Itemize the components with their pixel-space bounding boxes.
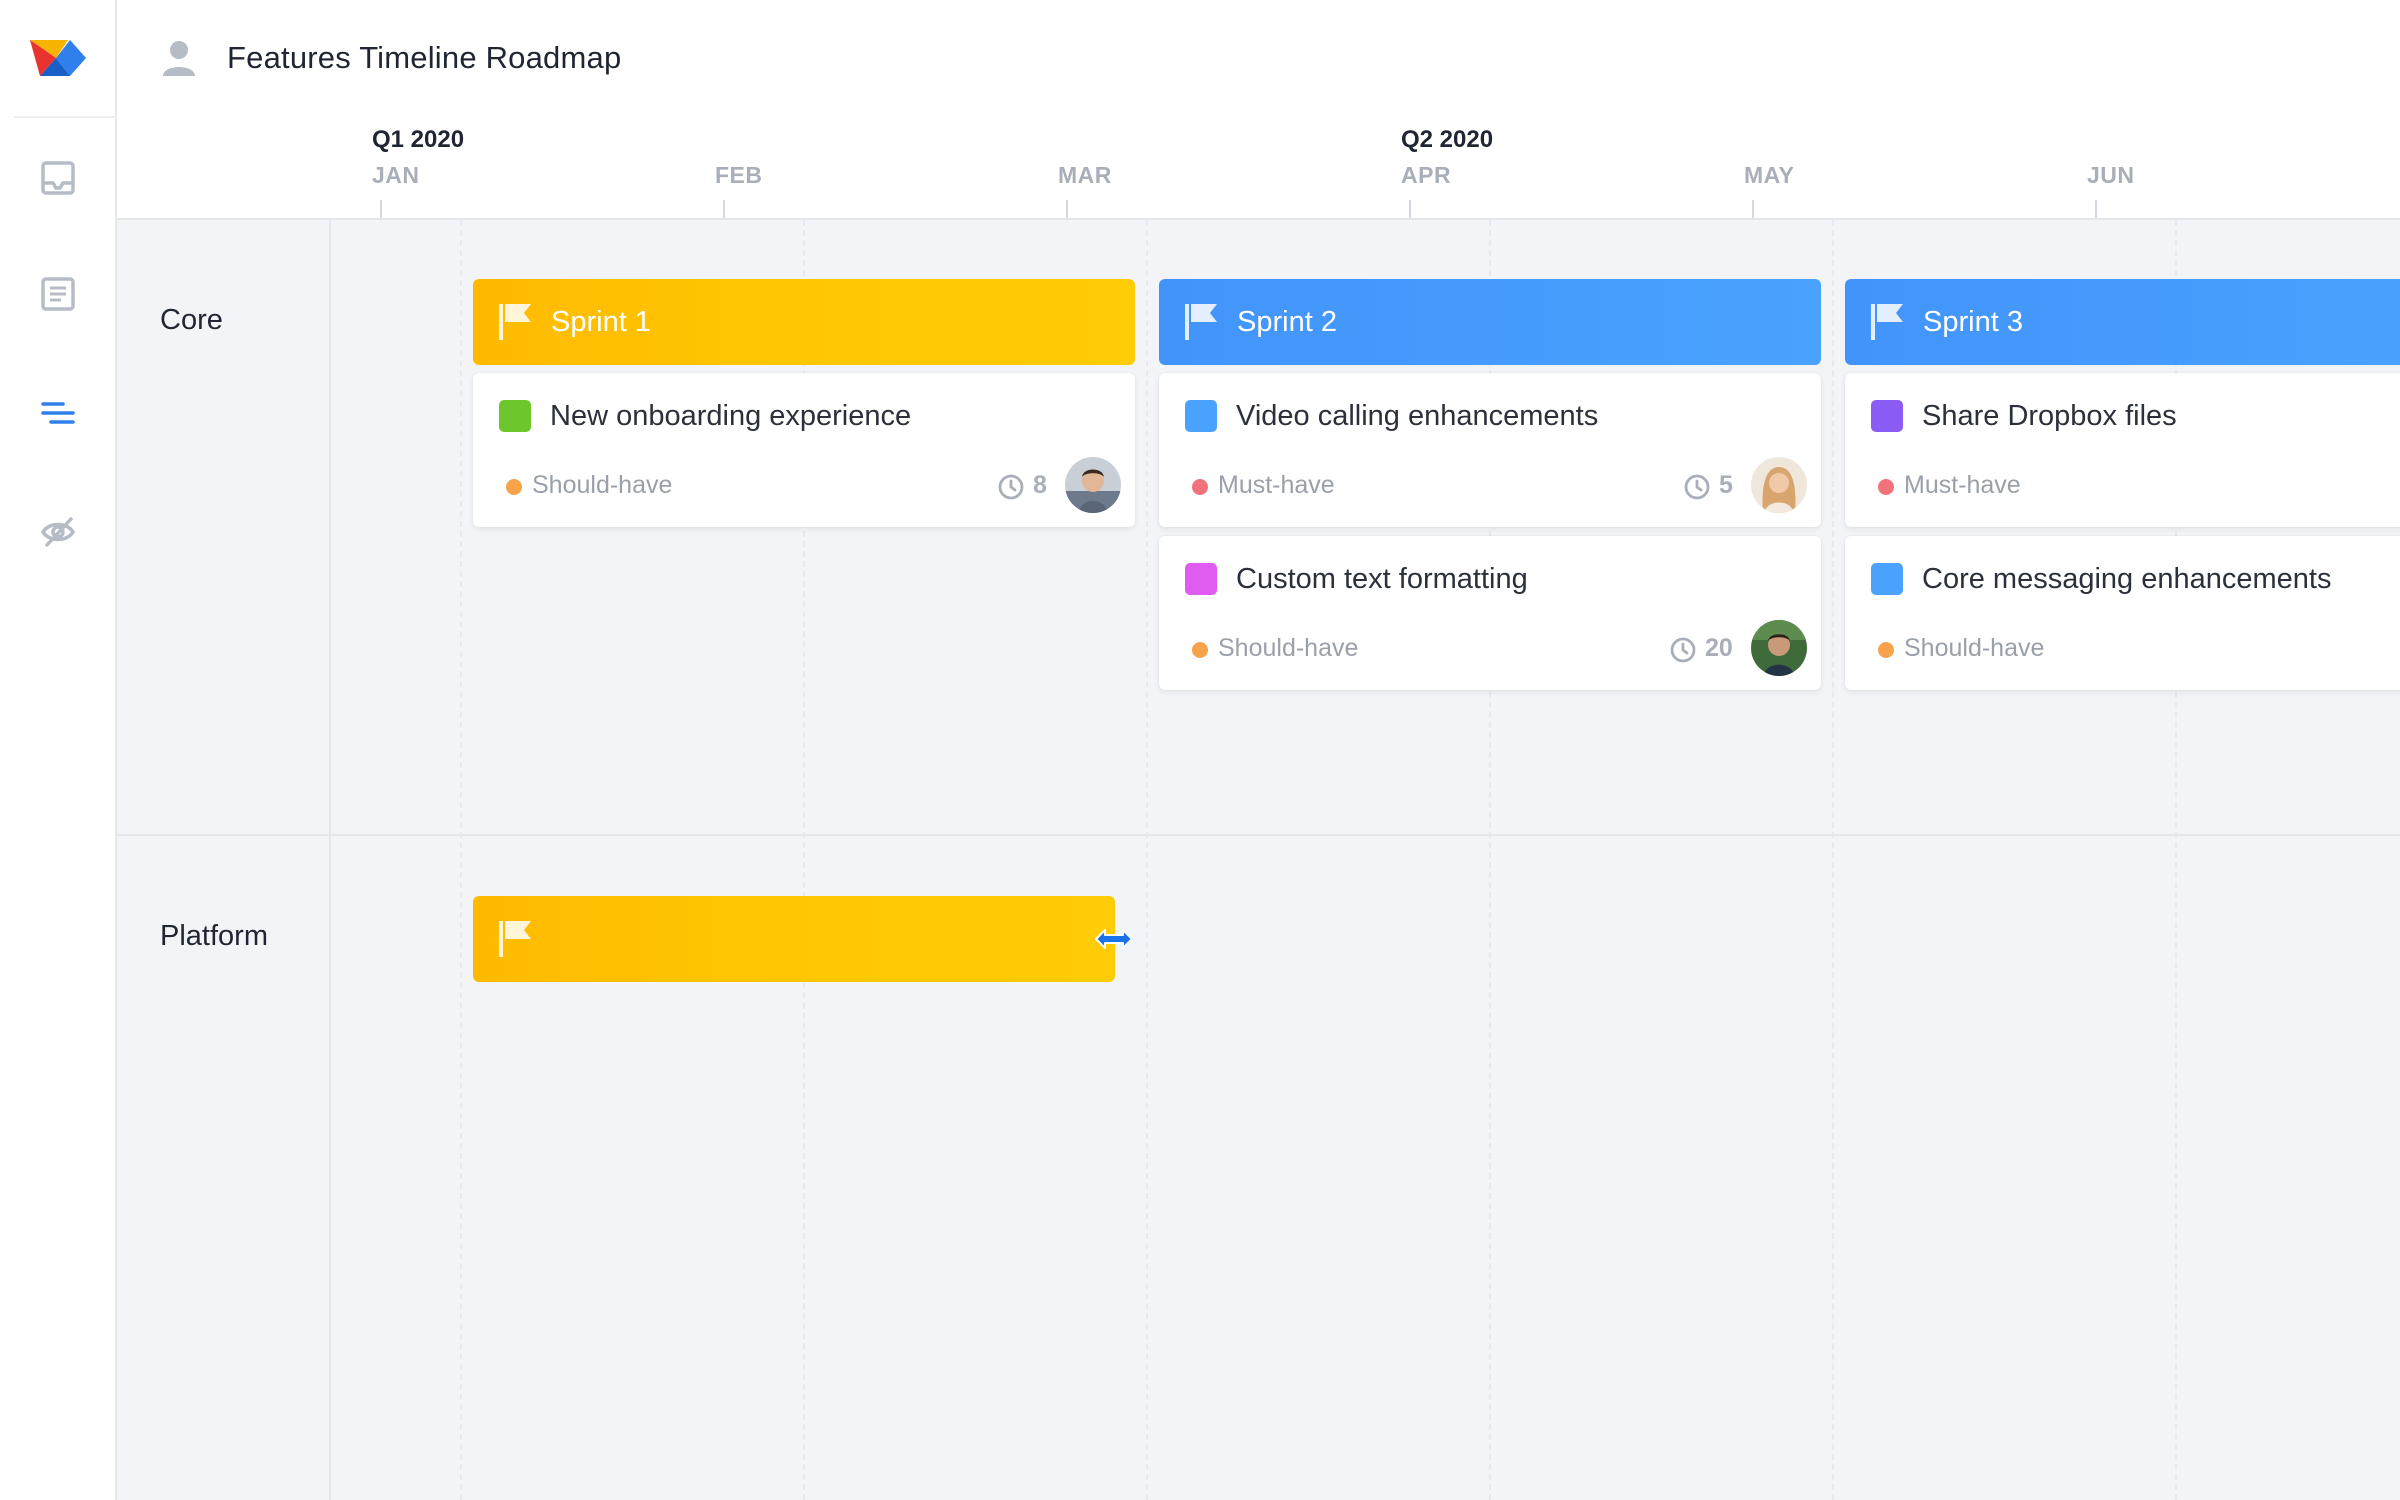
feature-title: Share Dropbox files <box>1922 400 2177 432</box>
priority-label: Should-have <box>1218 634 1359 662</box>
feature-card[interactable]: Custom text formatting Should-have 20 <box>1159 536 1821 690</box>
estimate-value: 5 <box>1719 471 1733 499</box>
month-tick <box>1752 200 1754 218</box>
feature-color-swatch <box>1185 400 1217 432</box>
clock-icon <box>1684 474 1710 500</box>
feature-card[interactable]: Share Dropbox files Must-have <box>1845 373 2400 527</box>
sprint-name: Sprint 2 <box>1237 305 1337 338</box>
priority-dot <box>1878 642 1894 658</box>
flag-icon <box>1871 304 1903 340</box>
lane-label-divider <box>329 220 331 1500</box>
feature-title: Video calling enhancements <box>1236 400 1599 432</box>
sprint-name: Sprint 3 <box>1923 305 2023 338</box>
flag-icon <box>499 921 531 957</box>
month-label: APR <box>1401 162 1452 188</box>
sprint-bar-3[interactable]: Sprint 3 <box>1845 279 2400 365</box>
sprint-bar-2[interactable]: Sprint 2 <box>1159 279 1821 365</box>
priority-label: Must-have <box>1904 471 2021 499</box>
flag-icon <box>1185 304 1217 340</box>
month-label: JAN <box>372 162 420 188</box>
clock-icon <box>998 474 1024 500</box>
lane-label-core[interactable]: Core <box>160 304 223 337</box>
priority-dot <box>506 479 522 495</box>
lane-divider <box>117 834 2400 836</box>
feature-color-swatch <box>1871 563 1903 595</box>
feature-card[interactable]: Core messaging enhancements Should-have <box>1845 536 2400 690</box>
priority-label: Should-have <box>1904 634 2045 662</box>
nav-documents-button[interactable] <box>37 273 79 315</box>
user-icon[interactable] <box>161 38 197 78</box>
feature-title: New onboarding experience <box>550 400 912 432</box>
sprint-name: Sprint 1 <box>551 305 651 338</box>
priority-label: Must-have <box>1218 471 1335 499</box>
quarter-label: Q1 2020 <box>372 126 465 153</box>
lane-label-platform[interactable]: Platform <box>160 920 268 953</box>
roadmap-icon <box>41 402 75 424</box>
feature-card[interactable]: New onboarding experience Should-have 8 <box>473 373 1135 527</box>
priority-dot <box>1878 479 1894 495</box>
feature-title: Custom text formatting <box>1236 563 1528 595</box>
priority-label: Should-have <box>532 471 673 499</box>
nav-divider <box>14 116 116 118</box>
month-tick <box>2095 200 2097 218</box>
assignee-avatar[interactable] <box>1751 620 1807 676</box>
resize-cursor-icon[interactable] <box>1094 926 1134 952</box>
assignee-avatar[interactable] <box>1065 457 1121 513</box>
quarter-label: Q2 2020 <box>1401 126 1494 153</box>
feature-card[interactable]: Video calling enhancements Must-have 5 <box>1159 373 1821 527</box>
sprint-bar-1[interactable]: Sprint 1 <box>473 279 1135 365</box>
clock-icon <box>1670 637 1696 663</box>
assignee-avatar[interactable] <box>1751 457 1807 513</box>
feature-title: Core messaging enhancements <box>1922 563 2332 595</box>
nav-inbox-button[interactable] <box>37 157 79 199</box>
month-tick <box>723 200 725 218</box>
estimate-value: 20 <box>1705 634 1733 662</box>
roadmap-canvas[interactable]: Core Platform Sprint 1 Sprint 2 Sprint 3… <box>117 220 2400 1500</box>
grid-line <box>1146 220 1148 1500</box>
nav-roadmap-button[interactable] <box>37 392 79 434</box>
inbox-icon <box>41 161 75 195</box>
flag-icon <box>499 304 531 340</box>
month-label: MAR <box>1058 162 1112 188</box>
sprint-bar-platform[interactable] <box>473 896 1115 982</box>
document-icon <box>41 277 75 311</box>
priority-dot <box>1192 642 1208 658</box>
app-logo[interactable] <box>26 36 90 80</box>
priority-dot <box>1192 479 1208 495</box>
month-label: MAY <box>1744 162 1795 188</box>
estimate-value: 8 <box>1033 471 1047 499</box>
timeline-axis: Q1 2020 Q2 2020 JAN FEB MAR APR MAY JUN <box>117 120 2400 220</box>
feature-color-swatch <box>1871 400 1903 432</box>
hidden-icon <box>40 517 76 547</box>
month-tick <box>380 200 382 218</box>
month-label: JUN <box>2087 162 2135 188</box>
feature-color-swatch <box>1185 563 1217 595</box>
page-title: Features Timeline Roadmap <box>227 40 622 75</box>
left-nav <box>0 0 117 1500</box>
nav-hidden-button[interactable] <box>37 511 79 553</box>
feature-color-swatch <box>499 400 531 432</box>
month-label: FEB <box>715 162 763 188</box>
page-header: Features Timeline Roadmap <box>117 0 2400 120</box>
grid-line <box>460 220 462 1500</box>
grid-line <box>1832 220 1834 1500</box>
month-tick <box>1409 200 1411 218</box>
month-tick <box>1066 200 1068 218</box>
